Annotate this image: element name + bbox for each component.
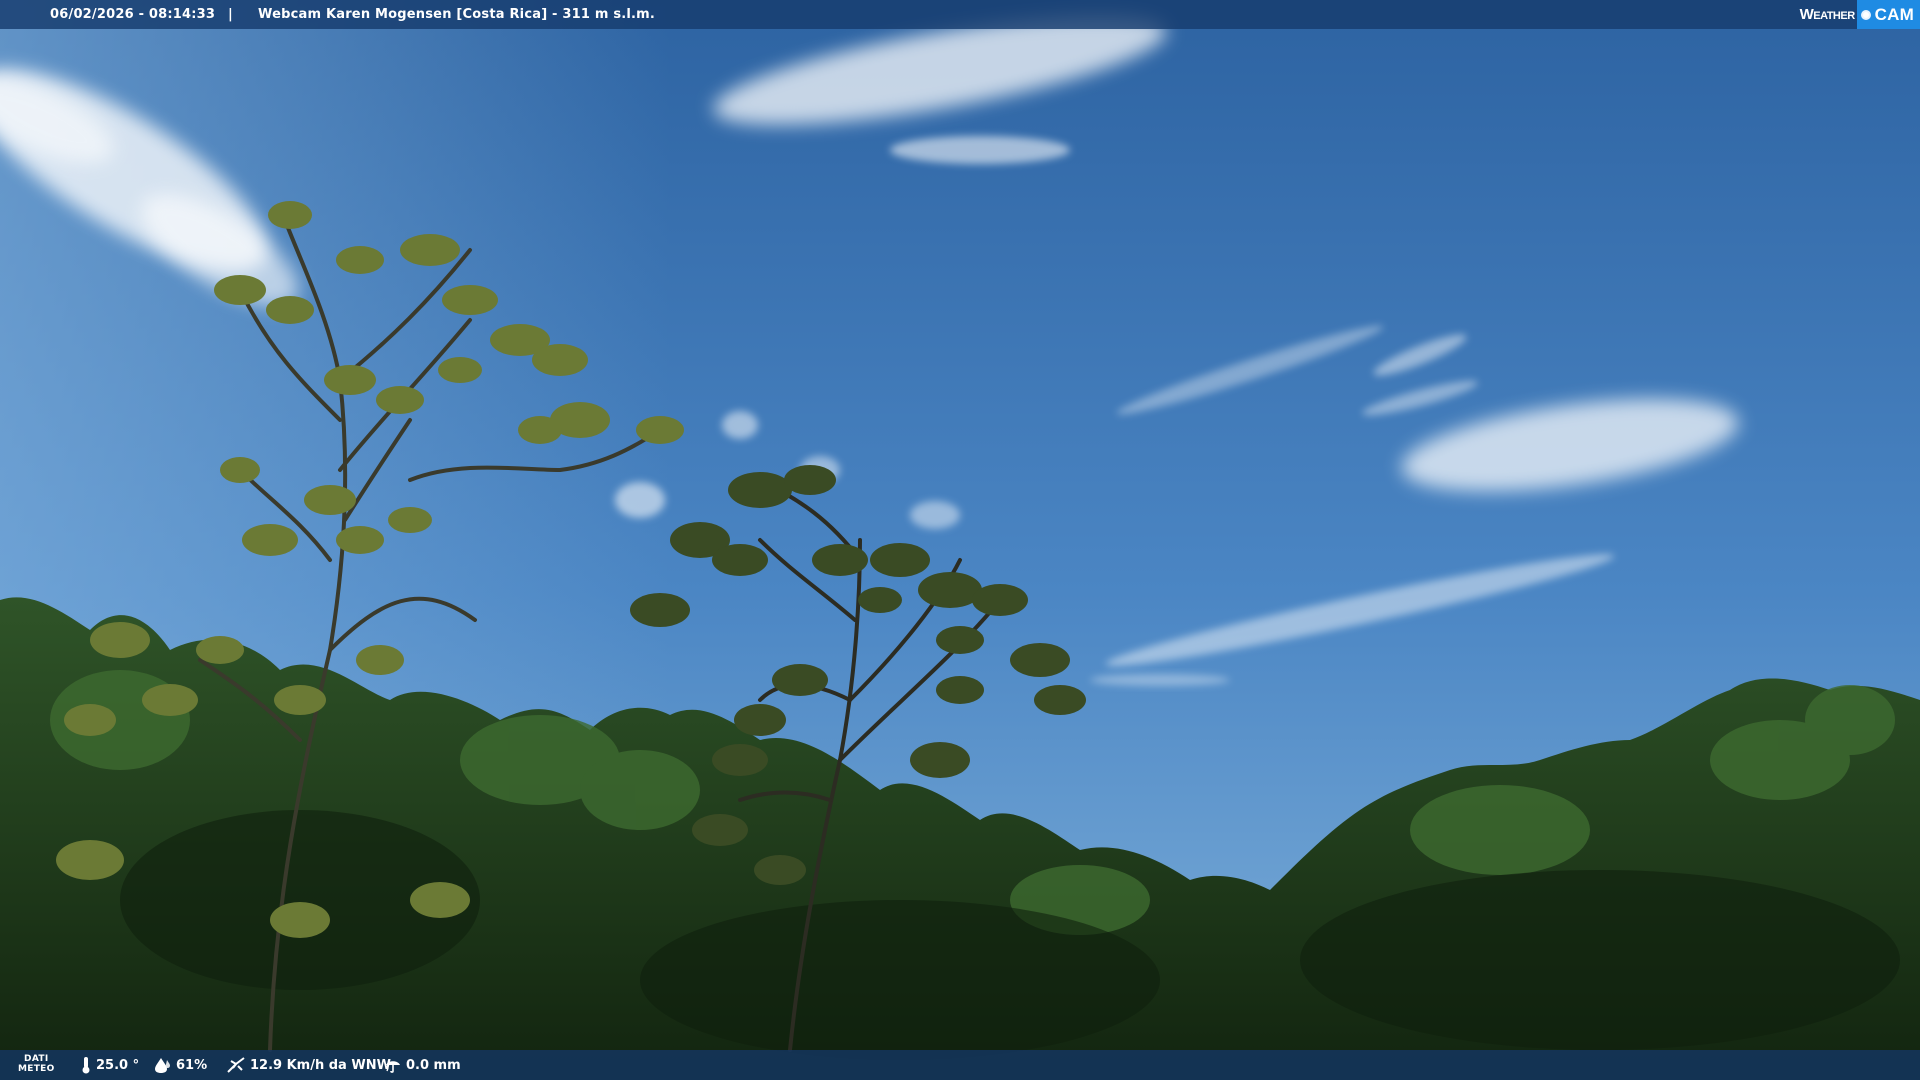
brand-cam-box: CAM xyxy=(1856,0,1920,29)
brand-weather-text: Weather xyxy=(1799,6,1856,23)
wind-reading: 12.9 Km/h da WNW xyxy=(226,1050,391,1080)
temperature-reading: 25.0 ° xyxy=(80,1050,139,1080)
wind-value: 12.9 Km/h da WNW xyxy=(250,1057,391,1073)
humidity-drop-icon xyxy=(155,1058,170,1073)
brand-dot-icon xyxy=(1860,9,1871,20)
webcam-title: Webcam Karen Mogensen [Costa Rica] - 311… xyxy=(258,7,656,22)
wind-icon xyxy=(227,1057,245,1073)
humidity-value: 61% xyxy=(176,1057,208,1073)
brand-cam-text: CAM xyxy=(1874,4,1914,24)
capture-datetime: 06/02/2026 - 08:14:33 xyxy=(50,7,216,22)
thermometer-icon xyxy=(82,1057,90,1074)
rain-icon xyxy=(386,1061,400,1073)
header-separator: | xyxy=(228,7,233,22)
humidity-reading: 61% xyxy=(154,1050,207,1080)
webcam-frame: 06/02/2026 - 08:14:33 | Webcam Karen Mog… xyxy=(0,0,1920,1080)
weathercam-logo: Weather CAM xyxy=(1800,0,1920,29)
rain-reading: 0.0 mm xyxy=(384,1050,461,1080)
weather-data-bar: DATI METEO 25.0 ° 61% 12.9 Km/h da WNW 0… xyxy=(0,1050,1920,1080)
webcam-header-bar: 06/02/2026 - 08:14:33 | Webcam Karen Mog… xyxy=(0,0,1920,29)
rain-value: 0.0 mm xyxy=(406,1057,461,1073)
meteo-data-label: DATI METEO xyxy=(18,1054,55,1074)
webcam-image xyxy=(0,0,1920,1080)
temperature-value: 25.0 ° xyxy=(96,1057,140,1073)
